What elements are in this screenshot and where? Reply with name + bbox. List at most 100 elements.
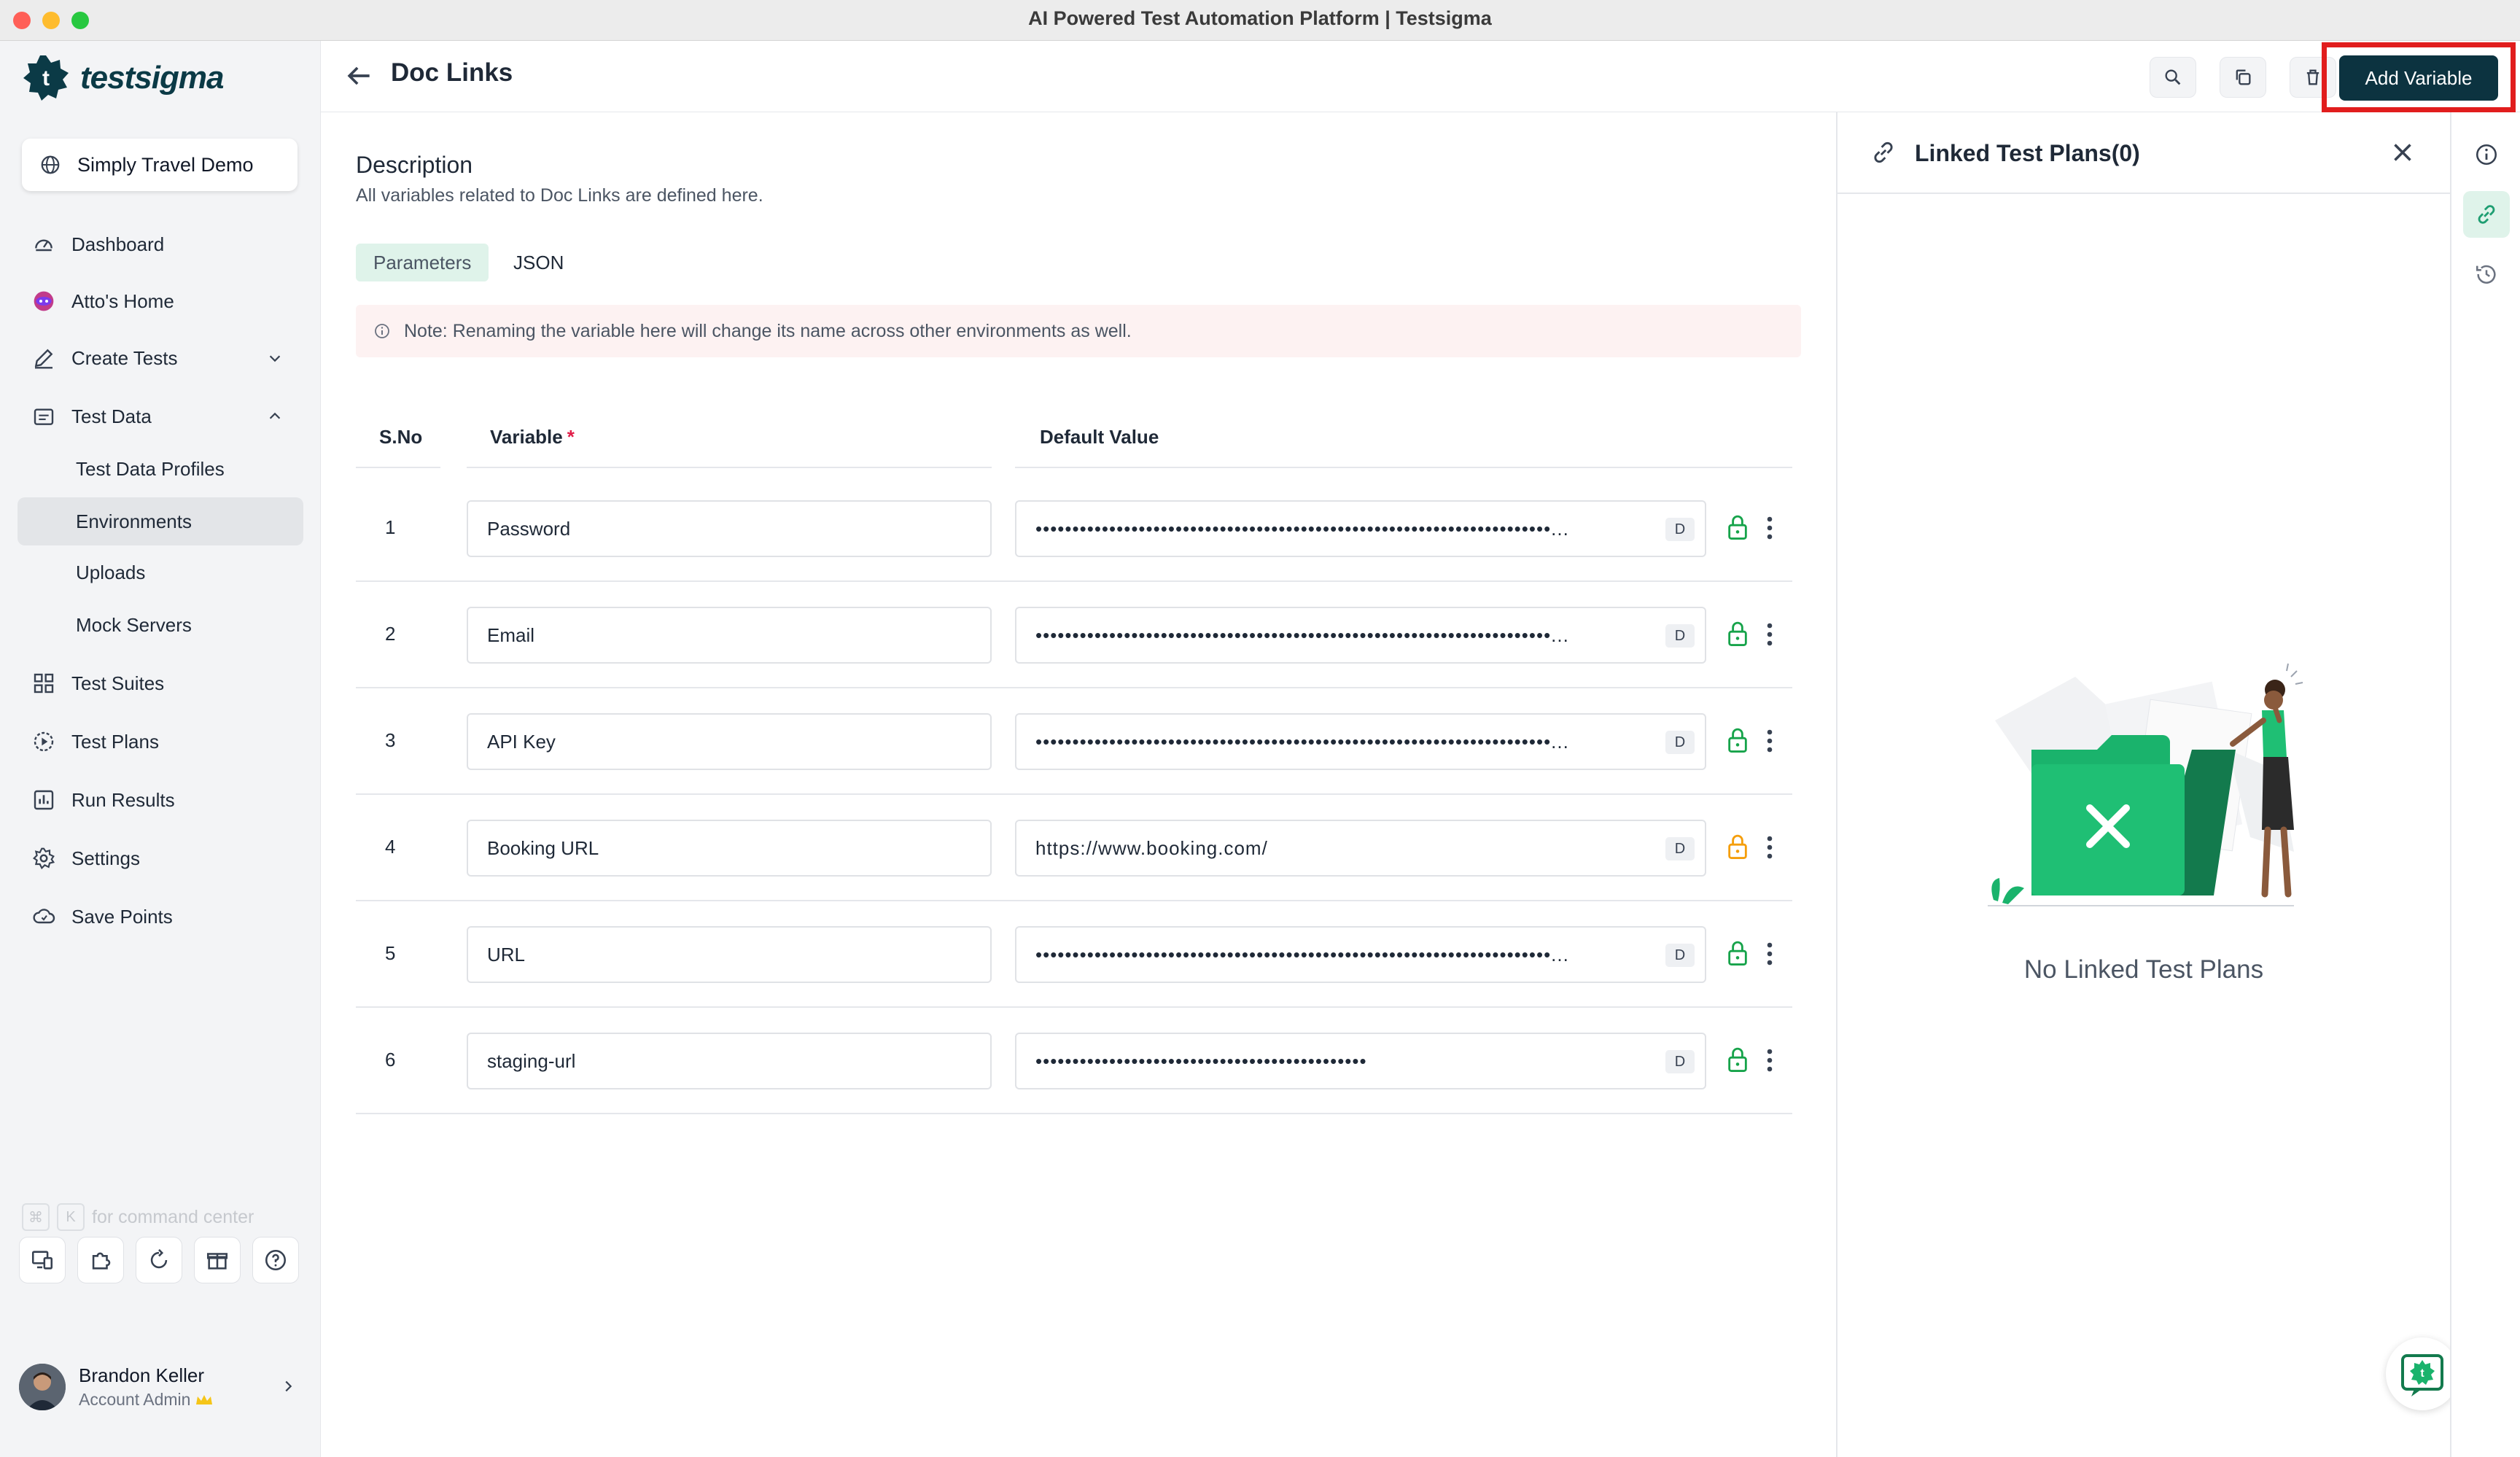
required-mark: * [567,426,575,448]
gift-button[interactable] [194,1237,241,1283]
chat-assistant-button[interactable]: t [2386,1337,2459,1410]
user-profile[interactable]: Brandon Keller Account Admin [19,1358,303,1416]
more-options-icon[interactable] [1765,1047,1775,1073]
chevron-down-icon [269,355,281,362]
default-value-input[interactable]: ••••••••••••••••••••••••••••••••••••••••… [1015,500,1706,557]
user-role: Account Admin [79,1390,214,1410]
default-value-input[interactable]: ••••••••••••••••••••••••••••••••••••••••… [1015,713,1706,770]
sidebar-item-run-results[interactable]: Run Results [18,776,303,824]
screen-share-button[interactable] [19,1237,66,1283]
data-type-badge[interactable]: D [1665,518,1695,541]
header-divider [1015,467,1792,468]
cloud-icon [33,909,55,924]
add-variable-button[interactable]: Add Variable [2339,55,2498,101]
sidebar-item-test-data[interactable]: Test Data [18,392,303,440]
data-type-badge[interactable]: D [1665,731,1695,754]
tab-parameters[interactable]: Parameters [356,244,489,281]
table-row: 1 Password •••••••••••••••••••••••••••••••… [356,475,1792,582]
table-row: 3 API Key ••••••••••••••••••••••••••••••••… [356,688,1792,795]
sidebar-item-dashboard[interactable]: Dashboard [18,220,303,268]
sidebar-item-environments[interactable]: Environments [18,497,303,545]
data-type-badge[interactable]: D [1665,944,1695,967]
data-type-badge[interactable]: D [1665,1050,1695,1073]
window-titlebar: AI Powered Test Automation Platform | Te… [0,0,2520,41]
sidebar-item-test-data-profiles[interactable]: Test Data Profiles [18,445,303,493]
sidebar-item-settings[interactable]: Settings [18,834,303,882]
variable-name-input[interactable]: Booking URL [467,820,992,877]
sidebar-item-attos-home[interactable]: Atto's Home [18,277,303,325]
copy-button[interactable] [2220,57,2266,98]
refresh-button[interactable] [136,1237,182,1283]
variable-name-input[interactable]: API Key [467,713,992,770]
lock-icon[interactable] [1725,726,1750,754]
project-name: Simply Travel Demo [77,153,254,176]
sidebar-item-label: Mock Servers [76,613,192,636]
default-value-input[interactable]: ••••••••••••••••••••••••••••••••••••••••… [1015,926,1706,983]
linked-plans-rail-button[interactable] [2463,191,2510,238]
variable-name-input[interactable]: URL [467,926,992,983]
puzzle-icon [92,1252,111,1270]
variable-name-input[interactable]: staging-url [467,1033,992,1089]
pencil-icon [34,349,53,369]
gear-icon [32,847,55,870]
empty-folder-illustration [1988,663,2303,906]
search-icon [2165,69,2181,85]
back-arrow-icon[interactable] [343,60,375,92]
sidebar-item-label: Uploads [76,561,146,583]
info-rail-button[interactable] [2463,131,2510,178]
globe-icon [41,155,60,174]
sidebar-item-label: Test Data Profiles [76,457,225,480]
help-button[interactable] [252,1237,299,1283]
panel-title: Linked Test Plans(0) [1915,140,2140,166]
history-rail-button[interactable] [2463,251,2510,298]
more-options-icon[interactable] [1765,941,1775,967]
rename-note: Note: Renaming the variable here will ch… [356,305,1801,357]
more-options-icon[interactable] [1765,834,1775,860]
note-text: Note: Renaming the variable here will ch… [404,320,1132,341]
column-header-default-value: Default Value [1040,426,1159,448]
sidebar-item-label: Atto's Home [71,290,174,312]
avatar [19,1364,66,1410]
description-heading: Description [356,152,473,178]
row-sno: 3 [385,729,396,751]
lock-icon[interactable] [1725,620,1750,648]
project-selector[interactable]: Simply Travel Demo [22,139,298,191]
more-options-icon[interactable] [1765,728,1775,754]
brand-name: testsigma [80,60,224,96]
svg-text:t: t [2420,1367,2424,1380]
sidebar-item-test-plans[interactable]: Test Plans [18,718,303,766]
sidebar-item-mock-servers[interactable]: Mock Servers [18,601,303,649]
default-value-input[interactable]: https://www.booking.com/ [1015,820,1706,877]
lock-icon[interactable] [1725,833,1750,860]
data-type-badge[interactable]: D [1665,837,1695,860]
lock-icon[interactable] [1725,939,1750,967]
lock-icon[interactable] [1725,1046,1750,1073]
default-value-input[interactable]: ••••••••••••••••••••••••••••••••••••••••… [1015,607,1706,664]
column-header-variable: Variable * [490,426,575,448]
sidebar-item-test-suites[interactable]: Test Suites [18,659,303,707]
close-icon[interactable] [2387,137,2418,168]
variable-name-input[interactable]: Password [467,500,992,557]
testsigma-logo[interactable]: t testsigma [22,53,224,104]
sidebar-item-create-tests[interactable]: Create Tests [18,334,303,382]
header-divider [356,467,440,468]
link-icon [2478,205,2495,224]
search-button[interactable] [2150,57,2196,98]
default-value-input[interactable]: ••••••••••••••••••••••••••••••••••••••••… [1015,1033,1706,1089]
sidebar-item-label: Test Suites [71,672,165,694]
chat-bot-icon: t [2401,1354,2443,1396]
more-options-icon[interactable] [1765,515,1775,541]
sidebar-item-label: Test Plans [71,730,159,753]
more-options-icon[interactable] [1765,621,1775,648]
crown-icon [196,1394,213,1404]
default-value-text: ••••••••••••••••••••••••••••••••••••••••… [1035,517,1569,540]
data-type-badge[interactable]: D [1665,624,1695,648]
refresh-icon [150,1248,168,1269]
row-sno: 4 [385,836,396,858]
tab-json[interactable]: JSON [496,244,581,281]
sidebar-item-save-points[interactable]: Save Points [18,893,303,941]
lock-icon[interactable] [1725,513,1750,541]
variable-name-input[interactable]: Email [467,607,992,664]
sidebar-item-uploads[interactable]: Uploads [18,548,303,597]
addons-button[interactable] [77,1237,124,1283]
